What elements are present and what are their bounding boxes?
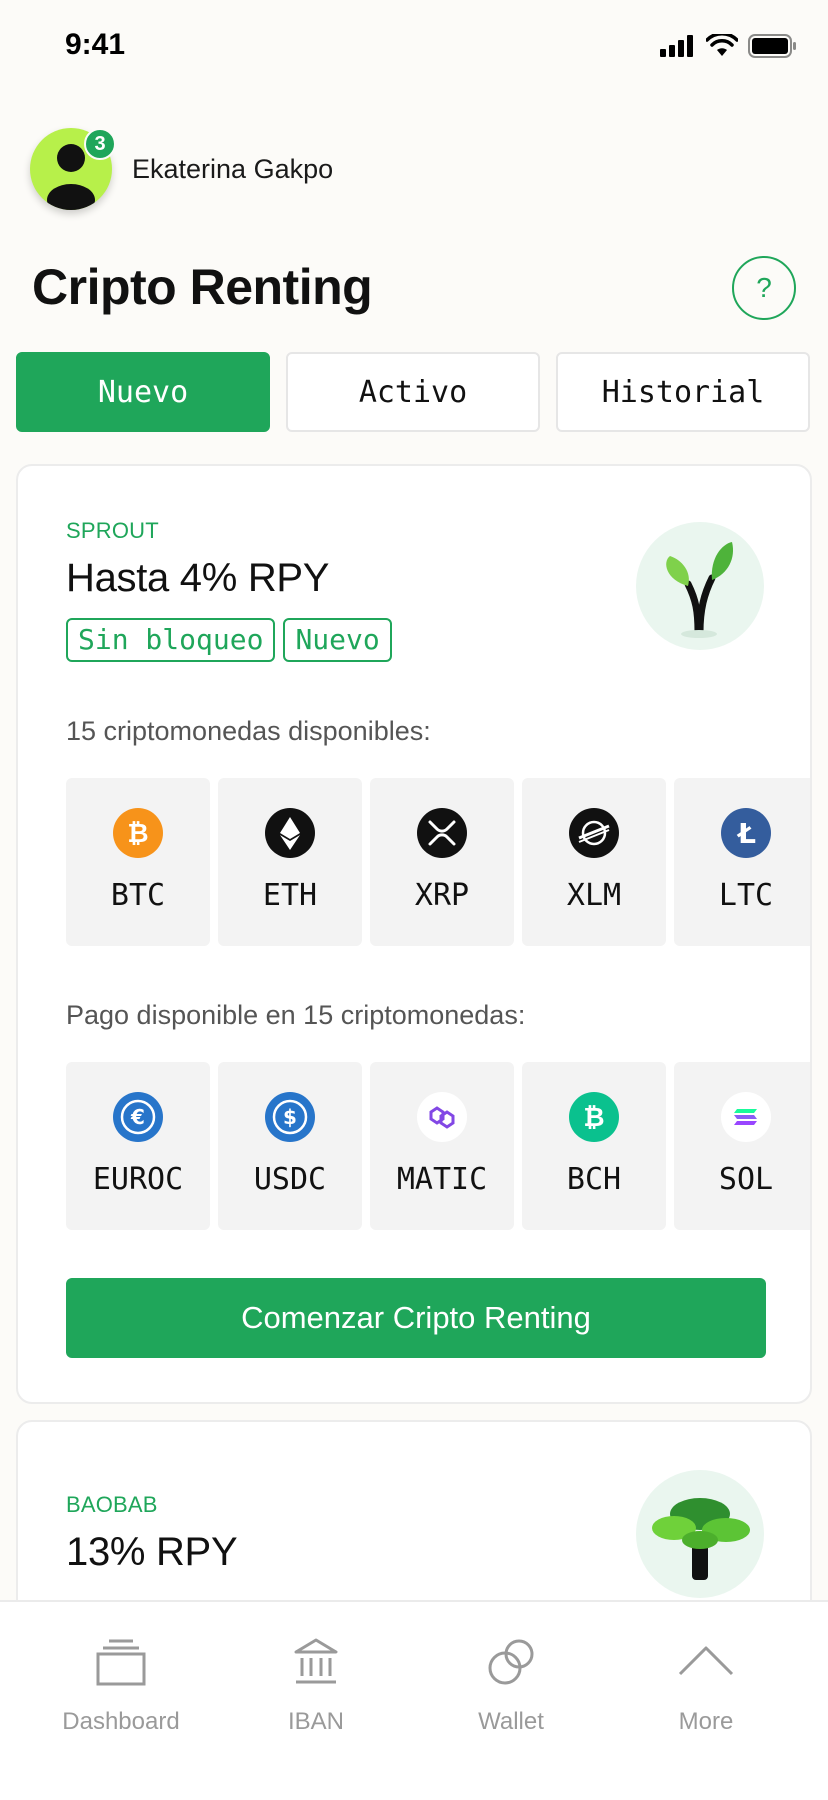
- xrp-icon: [417, 808, 467, 858]
- tag-no-lock: Sin bloqueo: [66, 618, 276, 662]
- coin-tile-xlm[interactable]: XLM: [522, 778, 666, 946]
- nav-label: Dashboard: [62, 1708, 180, 1735]
- polygon-icon: [417, 1092, 467, 1142]
- coin-label: ETH: [262, 878, 318, 913]
- coin-label: SOL: [718, 1162, 774, 1197]
- plan-kicker: BAOBAB: [66, 1492, 158, 1517]
- baobab-illustration: [636, 1470, 764, 1598]
- plan-tags: Sin bloqueo Nuevo: [66, 618, 392, 662]
- tag-new: Nuevo: [283, 618, 392, 662]
- coin-label: BTC: [110, 878, 166, 913]
- plan-card-sprout: SPROUT Hasta 4% RPY Sin bloqueo Nuevo 15…: [16, 464, 812, 1404]
- page-title: Cripto Renting: [32, 259, 373, 315]
- coin-tile-usdc[interactable]: $ USDC: [218, 1062, 362, 1230]
- avatar-wrapper[interactable]: 3: [30, 128, 116, 210]
- bottom-nav: Dashboard IBAN Wallet More: [0, 1600, 828, 1800]
- payout-label: Pago disponible en 15 criptomonedas:: [66, 1000, 526, 1030]
- tab-activo[interactable]: Activo: [286, 352, 540, 432]
- coin-tile-xrp[interactable]: XRP: [370, 778, 514, 946]
- svg-text:€: €: [130, 1105, 145, 1129]
- profile-name[interactable]: Ekaterina Gakpo: [132, 154, 333, 185]
- sprout-icon: [666, 542, 734, 638]
- bank-icon: [226, 1632, 406, 1692]
- coin-tile-ltc[interactable]: Ł LTC: [674, 778, 810, 946]
- chevron-up-icon: [616, 1632, 796, 1692]
- coin-label: EUROC: [92, 1162, 184, 1197]
- svg-text:$: $: [283, 1105, 297, 1129]
- help-button[interactable]: ?: [732, 256, 796, 320]
- coin-label: BCH: [566, 1162, 622, 1197]
- sprout-illustration: [636, 522, 764, 650]
- nav-label: More: [678, 1708, 734, 1735]
- nav-iban[interactable]: IBAN: [226, 1632, 406, 1736]
- tab-nuevo[interactable]: Nuevo: [16, 352, 270, 432]
- tab-bar: Nuevo Activo Historial: [16, 352, 810, 432]
- coin-label: MATIC: [396, 1162, 488, 1197]
- available-label: 15 criptomonedas disponibles:: [66, 716, 431, 746]
- usdc-icon: $: [265, 1092, 315, 1142]
- coin-label: XLM: [566, 878, 622, 913]
- signal-icon: [660, 35, 693, 57]
- nav-label: Wallet: [478, 1708, 544, 1735]
- payout-coins-row: € EUROC $ USDC MATIC ₿ BCH SOL: [66, 1062, 810, 1230]
- nav-dashboard[interactable]: Dashboard: [31, 1632, 211, 1736]
- ethereum-icon: [265, 808, 315, 858]
- coin-label: XRP: [414, 878, 470, 913]
- plan-title: 13% RPY: [66, 1530, 238, 1574]
- coin-tile-eth[interactable]: ETH: [218, 778, 362, 946]
- coin-tile-bch[interactable]: ₿ BCH: [522, 1062, 666, 1230]
- solana-icon: [721, 1092, 771, 1142]
- wallet-icon: [421, 1632, 601, 1692]
- plan-kicker: SPROUT: [66, 518, 159, 543]
- svg-text:Ł: Ł: [736, 817, 756, 850]
- stellar-icon: [569, 808, 619, 858]
- nav-more[interactable]: More: [616, 1632, 796, 1736]
- notification-badge: 3: [84, 128, 116, 160]
- help-icon: ?: [756, 272, 772, 303]
- status-time: 9:41: [65, 28, 126, 61]
- baobab-tree-icon: [652, 1498, 750, 1580]
- status-icons: [660, 34, 798, 58]
- plan-title: Hasta 4% RPY: [66, 556, 330, 600]
- litecoin-icon: Ł: [721, 808, 771, 858]
- available-coins-row: ₿ BTC ETH XRP XLM Ł LTC: [66, 778, 810, 946]
- nav-label: IBAN: [287, 1708, 344, 1735]
- coin-tile-sol[interactable]: SOL: [674, 1062, 810, 1230]
- svg-text:₿: ₿: [583, 1103, 604, 1133]
- status-bar: 9:41: [0, 0, 828, 92]
- coin-label: USDC: [253, 1162, 327, 1197]
- coin-tile-btc[interactable]: ₿ BTC: [66, 778, 210, 946]
- tab-historial[interactable]: Historial: [556, 352, 810, 432]
- nav-wallet[interactable]: Wallet: [421, 1632, 601, 1736]
- euroc-icon: €: [113, 1092, 163, 1142]
- battery-icon: [748, 34, 796, 58]
- svg-text:₿: ₿: [127, 819, 148, 849]
- dashboard-icon: [31, 1632, 211, 1692]
- start-renting-button[interactable]: Comenzar Cripto Renting: [66, 1278, 766, 1358]
- wifi-icon: [706, 34, 738, 56]
- coin-tile-matic[interactable]: MATIC: [370, 1062, 514, 1230]
- profile-header[interactable]: 3 Ekaterina Gakpo: [30, 128, 333, 210]
- bitcoin-icon: ₿: [113, 808, 163, 858]
- coin-label: LTC: [718, 878, 774, 913]
- bitcoin-cash-icon: ₿: [569, 1092, 619, 1142]
- coin-tile-euroc[interactable]: € EUROC: [66, 1062, 210, 1230]
